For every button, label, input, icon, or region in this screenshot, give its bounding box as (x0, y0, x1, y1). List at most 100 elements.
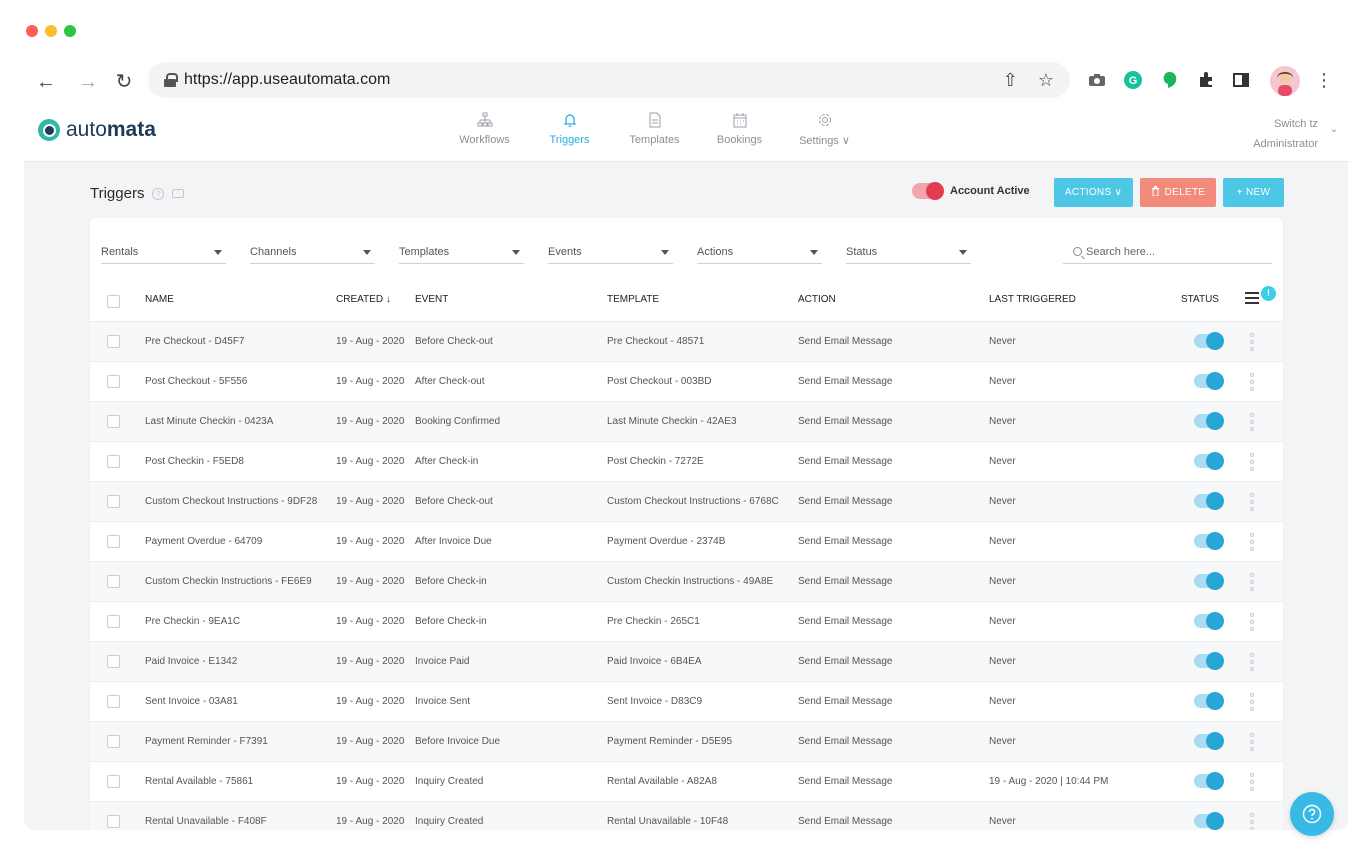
table-row[interactable]: Post Checkin - F5ED8 19 - Aug - 2020 After… (90, 442, 1283, 482)
table-row[interactable]: Last Minute Checkin - 0423A 19 - Aug - 20… (90, 402, 1283, 442)
filter-status[interactable]: Status (846, 240, 971, 264)
row-checkbox[interactable] (107, 375, 120, 388)
forward-arrow-icon[interactable]: → (76, 70, 100, 94)
profile-avatar[interactable] (1270, 66, 1300, 96)
automata-logo[interactable]: automata (38, 118, 156, 142)
row-checkbox[interactable] (107, 495, 120, 508)
minimize-window-button[interactable] (45, 25, 57, 37)
filter-channels[interactable]: Channels (250, 240, 375, 264)
more-options-icon[interactable] (1250, 573, 1254, 591)
more-options-icon[interactable] (1250, 533, 1254, 551)
status-toggle[interactable] (1194, 772, 1224, 790)
nav-settings[interactable]: Settings ∨ (782, 112, 867, 147)
row-checkbox[interactable] (107, 615, 120, 628)
table-row[interactable]: Rental Available - 75861 19 - Aug - 2020 I… (90, 762, 1283, 802)
status-toggle[interactable] (1194, 532, 1224, 550)
table-row[interactable]: Rental Unavailable - F408F 19 - Aug - 202… (90, 802, 1283, 830)
status-toggle[interactable] (1194, 332, 1224, 350)
column-last-triggered[interactable]: LAST TRIGGERED (989, 294, 1076, 305)
row-checkbox[interactable] (107, 775, 120, 788)
actions-button[interactable]: ACTIONS ∨ (1054, 178, 1133, 207)
column-name[interactable]: NAME (145, 294, 174, 305)
status-toggle[interactable] (1194, 652, 1224, 670)
camera-extension-icon[interactable] (1087, 70, 1107, 90)
table-row[interactable]: Pre Checkin - 9EA1C 19 - Aug - 2020 Before… (90, 602, 1283, 642)
new-trigger-button[interactable]: + NEW (1223, 178, 1284, 207)
account-active-toggle[interactable]: Account Active (912, 182, 1030, 200)
account-toggle-switch[interactable] (912, 182, 944, 200)
more-options-icon[interactable] (1250, 813, 1254, 830)
more-options-icon[interactable] (1250, 333, 1254, 351)
more-options-icon[interactable] (1250, 493, 1254, 511)
nav-bookings[interactable]: Bookings (697, 112, 782, 147)
column-created[interactable]: CREATED ↓ (336, 294, 391, 305)
sidepanel-icon[interactable] (1231, 70, 1251, 90)
help-icon[interactable]: ? (152, 187, 165, 200)
filter-rentals[interactable]: Rentals (101, 240, 226, 264)
status-toggle[interactable] (1194, 572, 1224, 590)
back-arrow-icon[interactable]: ← (34, 70, 58, 94)
status-toggle[interactable] (1194, 612, 1224, 630)
address-bar[interactable]: https://app.useautomata.com ⇧ ☆ (148, 62, 1070, 98)
browser-menu-icon[interactable]: ⋮ (1314, 70, 1334, 90)
column-event[interactable]: EVENT (415, 294, 448, 305)
reload-icon[interactable]: ↻ (112, 70, 136, 94)
user-menu[interactable]: Switch tz Administrator (1253, 114, 1318, 154)
more-options-icon[interactable] (1250, 693, 1254, 711)
more-options-icon[interactable] (1250, 413, 1254, 431)
status-toggle[interactable] (1194, 372, 1224, 390)
row-checkbox[interactable] (107, 655, 120, 668)
status-toggle[interactable] (1194, 732, 1224, 750)
video-icon[interactable] (172, 189, 185, 198)
more-options-icon[interactable] (1250, 613, 1254, 631)
column-menu-icon[interactable] (1245, 292, 1259, 304)
nav-triggers[interactable]: Triggers (527, 112, 612, 147)
row-checkbox[interactable] (107, 815, 120, 828)
more-options-icon[interactable] (1250, 373, 1254, 391)
table-row[interactable]: Pre Checkout - D45F7 19 - Aug - 2020 Befor… (90, 322, 1283, 362)
row-checkbox[interactable] (107, 575, 120, 588)
filter-events[interactable]: Events (548, 240, 673, 264)
puzzle-extensions-icon[interactable] (1196, 70, 1216, 90)
table-row[interactable]: Custom Checkout Instructions - 9DF28 19 -… (90, 482, 1283, 522)
status-toggle[interactable] (1194, 412, 1224, 430)
table-row[interactable]: Payment Reminder - F7391 19 - Aug - 2020 B… (90, 722, 1283, 762)
status-toggle[interactable] (1194, 692, 1224, 710)
row-checkbox[interactable] (107, 735, 120, 748)
row-checkbox[interactable] (107, 415, 120, 428)
table-row[interactable]: Sent Invoice - 03A81 19 - Aug - 2020 Invoi… (90, 682, 1283, 722)
delete-button[interactable]: DELETE (1140, 178, 1216, 207)
column-template[interactable]: TEMPLATE (607, 294, 659, 305)
share-icon[interactable]: ⇧ (1003, 70, 1018, 91)
maximize-window-button[interactable] (64, 25, 76, 37)
status-toggle[interactable] (1194, 452, 1224, 470)
status-toggle[interactable] (1194, 492, 1224, 510)
help-chat-button[interactable] (1290, 792, 1334, 836)
search-input[interactable]: Search here... (1063, 240, 1272, 264)
row-checkbox[interactable] (107, 535, 120, 548)
row-checkbox[interactable] (107, 695, 120, 708)
select-all-checkbox[interactable] (107, 295, 120, 308)
status-toggle[interactable] (1194, 812, 1224, 830)
table-row[interactable]: Custom Checkin Instructions - FE6E9 19 - … (90, 562, 1283, 602)
table-row[interactable]: Post Checkout - 5F556 19 - Aug - 2020 Afte… (90, 362, 1283, 402)
chevron-down-icon[interactable]: ⌄ (1330, 124, 1338, 135)
grammarly-extension-icon[interactable]: G (1123, 70, 1143, 90)
filter-actions[interactable]: Actions (697, 240, 822, 264)
column-status[interactable]: STATUS (1181, 294, 1219, 305)
filter-templates[interactable]: Templates (399, 240, 524, 264)
row-checkbox[interactable] (107, 335, 120, 348)
close-window-button[interactable] (26, 25, 38, 37)
table-row[interactable]: Paid Invoice - E1342 19 - Aug - 2020 Invoi… (90, 642, 1283, 682)
nav-workflows[interactable]: Workflows (442, 112, 527, 147)
nav-templates[interactable]: Templates (612, 112, 697, 147)
more-options-icon[interactable] (1250, 773, 1254, 791)
more-options-icon[interactable] (1250, 453, 1254, 471)
evernote-extension-icon[interactable] (1160, 70, 1180, 90)
table-row[interactable]: Payment Overdue - 64709 19 - Aug - 2020 Af… (90, 522, 1283, 562)
more-options-icon[interactable] (1250, 733, 1254, 751)
row-checkbox[interactable] (107, 455, 120, 468)
more-options-icon[interactable] (1250, 653, 1254, 671)
column-action[interactable]: ACTION (798, 294, 836, 305)
star-icon[interactable]: ☆ (1038, 70, 1054, 91)
